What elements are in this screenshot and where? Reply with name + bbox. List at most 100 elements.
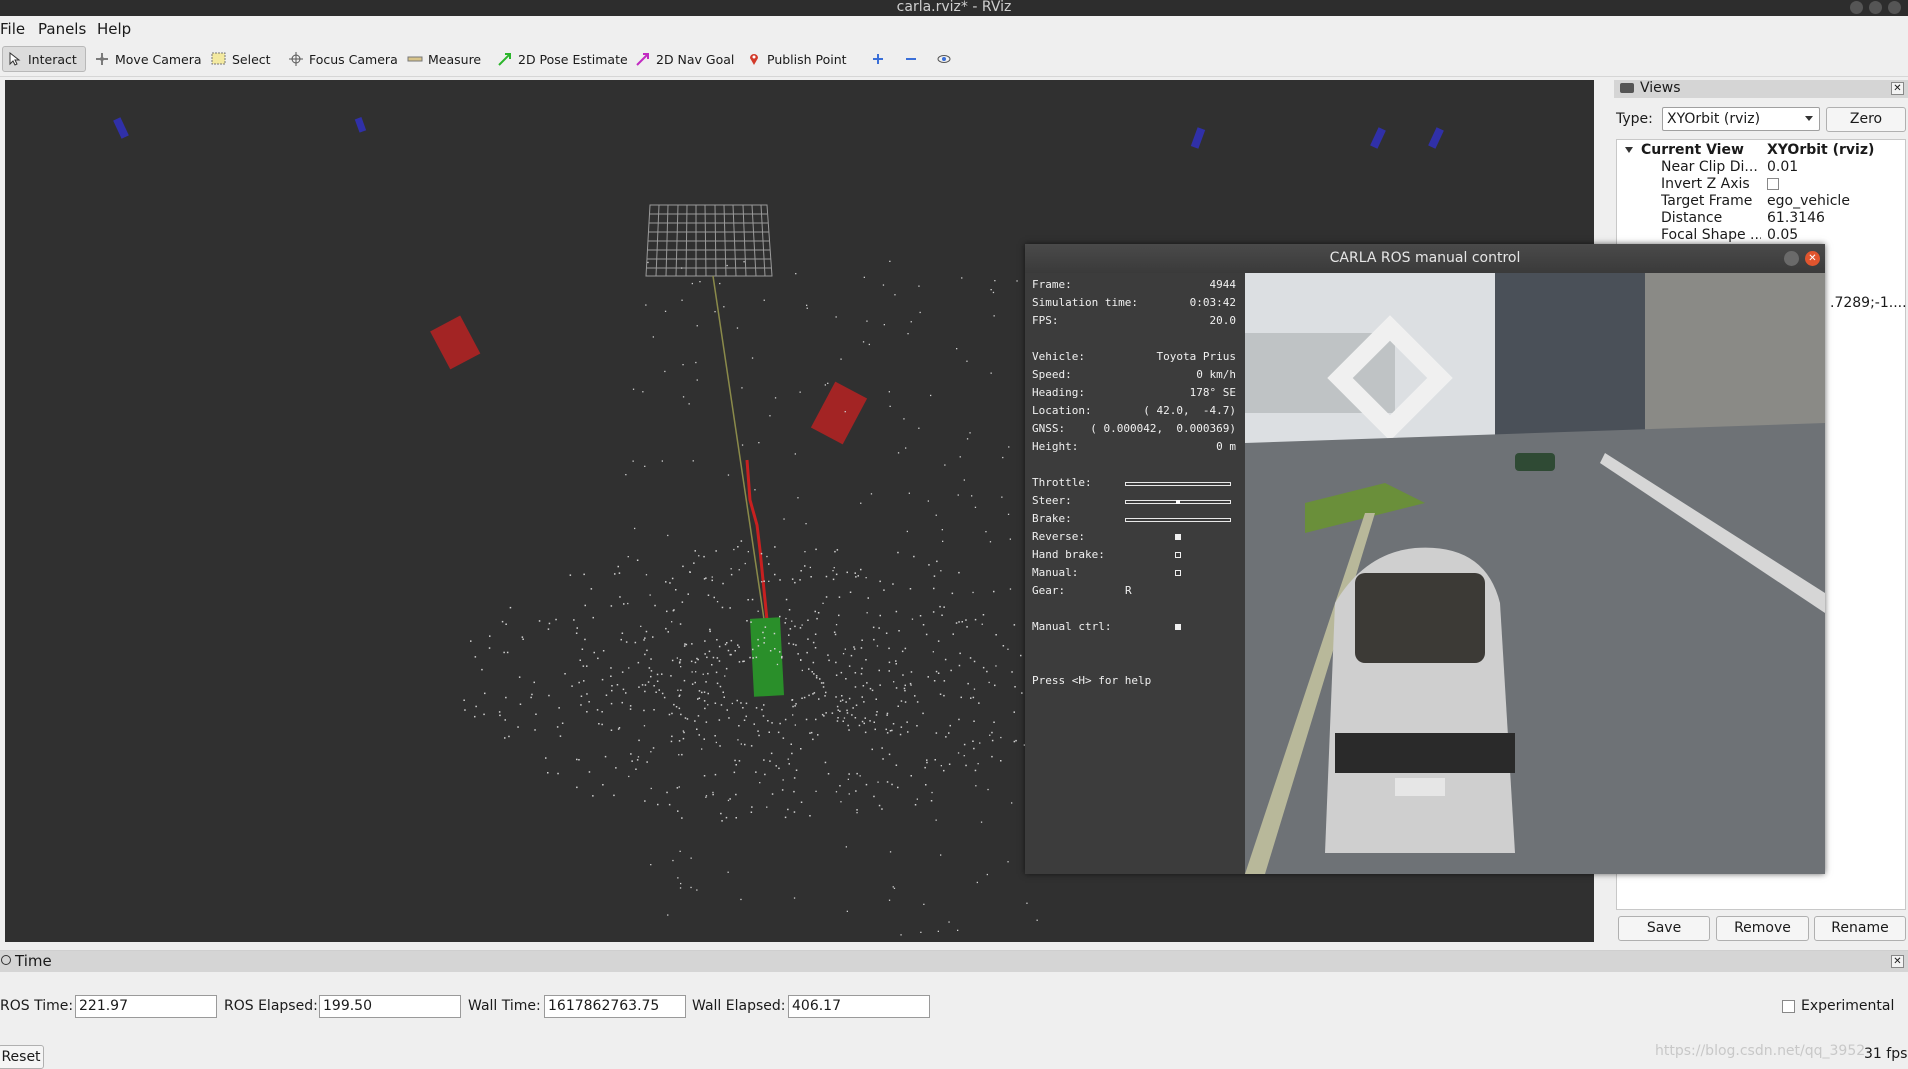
lidar-point [667, 631, 669, 633]
wall-elapsed-field[interactable]: 406.17 [788, 995, 930, 1018]
lidar-point [650, 751, 652, 753]
lidar-point [742, 707, 744, 709]
lidar-point [610, 702, 613, 705]
lidar-point [930, 800, 933, 802]
minimize-icon[interactable] [1784, 251, 1799, 266]
property-row[interactable]: Target Frame ego_vehicle [1617, 193, 1907, 210]
rename-button[interactable]: Rename [1814, 916, 1906, 941]
lidar-point [835, 696, 837, 698]
lidar-point [865, 783, 868, 786]
menu-help[interactable]: Help [97, 20, 131, 38]
focal-shape-value[interactable]: 0.05 [1767, 227, 1798, 243]
wall-time-field[interactable]: 1617862763.75 [544, 995, 686, 1018]
close-icon[interactable]: ✕ [1805, 251, 1820, 266]
save-button[interactable]: Save [1618, 916, 1710, 941]
lidar-point [822, 682, 825, 684]
close-panel-icon[interactable]: ✕ [1891, 955, 1904, 968]
lidar-point [924, 766, 926, 769]
menu-file[interactable]: File [0, 20, 25, 38]
type-select[interactable]: XYOrbit (rviz) [1662, 107, 1820, 131]
lidar-point [578, 759, 580, 761]
lidar-point [801, 697, 803, 699]
current-view-row[interactable]: Current View XYOrbit (rviz) [1617, 142, 1907, 159]
remove-tool-button[interactable] [899, 46, 928, 72]
hud-heading-value: 178° SE [1189, 386, 1236, 399]
lidar-point [985, 531, 987, 533]
lidar-point [793, 811, 796, 813]
ego-vehicle-marker [749, 617, 785, 697]
lidar-point [816, 617, 818, 620]
menu-panels[interactable]: Panels [38, 20, 86, 38]
minimize-icon[interactable] [1850, 1, 1863, 14]
distance-value[interactable]: 61.3146 [1767, 210, 1825, 226]
ros-time-field[interactable]: 221.97 [75, 995, 217, 1018]
invert-z-checkbox[interactable] [1767, 178, 1779, 190]
hud-gear-value: R [1125, 584, 1132, 597]
lidar-point [645, 304, 647, 306]
near-clip-value[interactable]: 0.01 [1767, 159, 1798, 175]
tool-2d-nav-goal[interactable]: 2D Nav Goal [631, 46, 738, 72]
lidar-point [734, 650, 736, 652]
hud-handbrake-label: Hand brake: [1032, 548, 1105, 561]
remove-button[interactable]: Remove [1716, 916, 1809, 941]
lidar-point [757, 638, 759, 641]
close-panel-icon[interactable]: ✕ [1891, 82, 1904, 95]
lidar-point [644, 653, 646, 656]
lidar-point [993, 590, 995, 593]
ros-elapsed-field[interactable]: 199.50 [319, 995, 461, 1018]
lidar-point [914, 804, 917, 806]
lidar-point [774, 648, 776, 650]
target-frame-label: Target Frame [1661, 193, 1753, 209]
zero-button[interactable]: Zero [1826, 107, 1906, 132]
lidar-point [799, 391, 801, 393]
lidar-point [646, 649, 648, 652]
lidar-point [878, 804, 881, 807]
lidar-point [846, 571, 848, 574]
lidar-point [533, 681, 535, 684]
lidar-point [910, 321, 912, 323]
lidar-point [661, 673, 663, 675]
lidar-point [676, 657, 678, 659]
lidar-point [678, 754, 680, 756]
lidar-point [763, 637, 766, 639]
panel-visibility-button[interactable] [932, 46, 961, 72]
lidar-point [644, 684, 647, 686]
property-row[interactable]: Focal Shape ... 0.05 [1617, 227, 1907, 244]
target-frame-value[interactable]: ego_vehicle [1767, 193, 1850, 209]
lidar-point [831, 712, 834, 714]
lidar-point [935, 732, 938, 734]
current-view-label: Current View [1641, 142, 1744, 158]
property-row[interactable]: Near Clip Di... 0.01 [1617, 159, 1907, 176]
tool-select[interactable]: Select [207, 46, 275, 72]
tool-interact[interactable]: Interact [2, 46, 86, 72]
lidar-point [474, 656, 477, 658]
lidar-point [707, 692, 709, 695]
lidar-point [508, 735, 510, 738]
lidar-point [724, 675, 726, 677]
reset-button[interactable]: Reset [0, 1045, 44, 1069]
lidar-point [475, 705, 477, 708]
property-row[interactable]: Invert Z Axis [1617, 176, 1907, 193]
property-row[interactable]: Distance 61.3146 [1617, 210, 1907, 227]
lidar-point [763, 580, 765, 582]
maximize-icon[interactable] [1869, 1, 1882, 14]
add-tool-button[interactable] [866, 46, 895, 72]
lidar-point [703, 700, 706, 702]
carla-manual-control-window[interactable]: CARLA ROS manual control ✕ Frame: 4944 S… [1025, 244, 1825, 874]
experimental-checkbox[interactable] [1782, 1000, 1795, 1013]
lidar-point [646, 761, 648, 763]
lidar-point [721, 820, 723, 822]
lidar-point [741, 444, 744, 446]
lidar-point [944, 464, 946, 466]
tool-move-camera[interactable]: Move Camera [90, 46, 206, 72]
tool-publish-point[interactable]: Publish Point [742, 46, 851, 72]
lidar-point [735, 764, 737, 766]
views-panel-title: Views [1640, 80, 1681, 96]
close-icon[interactable] [1888, 1, 1901, 14]
lidar-point [716, 682, 719, 685]
lidar-point [696, 889, 698, 891]
tool-2d-pose-estimate[interactable]: 2D Pose Estimate [493, 46, 632, 72]
lidar-point [991, 755, 993, 758]
tool-focus-camera[interactable]: Focus Camera [284, 46, 402, 72]
tool-measure[interactable]: Measure [403, 46, 485, 72]
